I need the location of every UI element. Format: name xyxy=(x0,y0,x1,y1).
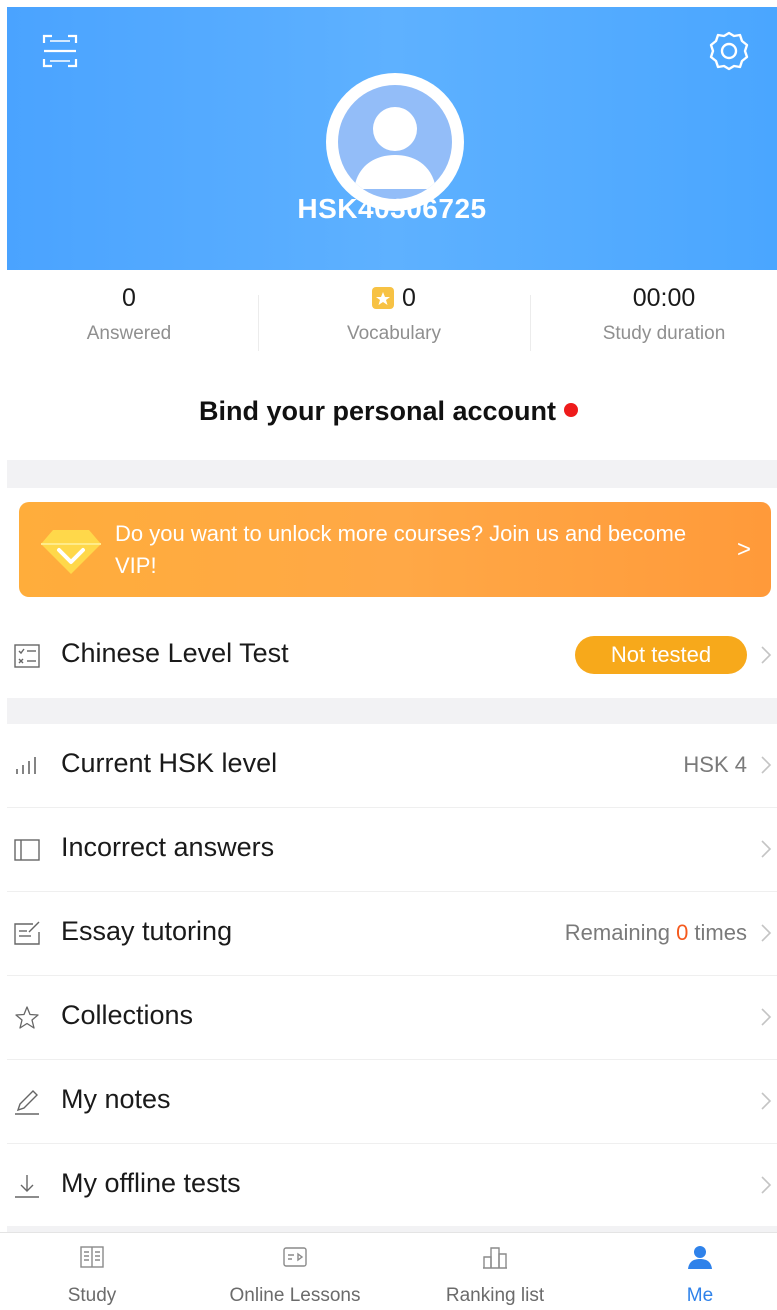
username: HSK40306725 xyxy=(297,193,487,224)
current-hsk-level-label: Current HSK level xyxy=(61,748,278,778)
chevron-right-icon xyxy=(761,840,772,858)
essay-tutoring-label: Essay tutoring xyxy=(61,916,233,946)
stats-row: 0 Answered 0 Vocabulary 00:00 Study dura… xyxy=(0,283,777,363)
current-hsk-level-row[interactable]: Current HSK level HSK 4 xyxy=(7,724,777,808)
my-offline-tests-label: My offline tests xyxy=(61,1168,241,1198)
bind-account-label: Bind your personal account xyxy=(198,396,557,426)
vip-banner-text: Do you want to unlock more courses? Join… xyxy=(115,521,687,578)
book-icon xyxy=(80,1246,104,1268)
tab-ranking-list-label: Ranking list xyxy=(445,1285,545,1306)
bottom-tab-bar: Study Online Lessons Ranking list Me xyxy=(0,1232,777,1310)
incorrect-answers-label: Incorrect answers xyxy=(61,832,275,862)
signal-bars-icon xyxy=(16,757,36,774)
tab-study-label: Study xyxy=(67,1285,117,1306)
chevron-right-icon xyxy=(761,646,772,664)
chinese-level-test-row[interactable]: Chinese Level Test Not tested xyxy=(7,614,777,698)
stat-study-duration[interactable]: 00:00 Study duration xyxy=(535,283,777,363)
my-notes-row[interactable]: My notes xyxy=(7,1060,777,1144)
stat-answered-label: Answered xyxy=(86,323,172,344)
current-hsk-level-value: HSK 4 xyxy=(683,752,747,777)
vip-banner[interactable]: Do you want to unlock more courses? Join… xyxy=(19,502,771,597)
stat-answered-value: 0 xyxy=(122,284,136,312)
section-gap xyxy=(7,698,777,724)
notebook-icon xyxy=(14,839,40,861)
chevron-right-icon xyxy=(761,1176,772,1194)
stat-study-duration-value: 00:00 xyxy=(632,284,696,312)
chevron-right-icon xyxy=(761,1092,772,1110)
chevron-right-icon xyxy=(761,1008,772,1026)
diamond-icon xyxy=(41,530,101,574)
stat-vocabulary[interactable]: 0 Vocabulary xyxy=(265,283,523,363)
chevron-right-icon: > xyxy=(736,536,751,563)
chevron-right-icon xyxy=(761,924,772,942)
bind-account-link[interactable]: Bind your personal account xyxy=(0,396,777,427)
collections-label: Collections xyxy=(61,1000,194,1030)
remaining-count: 0 xyxy=(676,920,689,945)
star-badge-icon xyxy=(372,287,395,309)
remaining-suffix: times xyxy=(688,920,747,945)
divider xyxy=(530,295,531,351)
person-icon xyxy=(688,1246,712,1269)
my-offline-tests-row[interactable]: My offline tests xyxy=(7,1144,777,1228)
tab-online-lessons-label: Online Lessons xyxy=(229,1285,361,1306)
divider xyxy=(258,295,259,351)
stat-study-duration-label: Study duration xyxy=(602,323,726,344)
collections-row[interactable]: Collections xyxy=(7,976,777,1060)
download-icon xyxy=(15,1175,39,1198)
stat-answered[interactable]: 0 Answered xyxy=(0,283,258,363)
chinese-level-test-label: Chinese Level Test xyxy=(61,638,289,668)
notification-dot xyxy=(564,402,579,417)
tab-study[interactable]: Study xyxy=(30,1233,154,1310)
my-notes-label: My notes xyxy=(61,1084,171,1114)
not-tested-badge: Not tested xyxy=(575,636,747,674)
avatar[interactable] xyxy=(326,73,464,211)
gear-icon[interactable] xyxy=(707,29,751,73)
tab-online-lessons[interactable]: Online Lessons xyxy=(200,1233,390,1310)
essay-remaining-value: Remaining 0 times xyxy=(565,920,747,946)
stat-vocabulary-label: Vocabulary xyxy=(346,323,441,344)
tab-me[interactable]: Me xyxy=(640,1233,760,1310)
tab-ranking-list[interactable]: Ranking list xyxy=(420,1233,570,1310)
scan-icon[interactable] xyxy=(40,31,80,71)
incorrect-answers-row[interactable]: Incorrect answers xyxy=(7,808,777,892)
checklist-icon xyxy=(14,644,40,668)
star-icon xyxy=(15,1006,39,1029)
avatar-placeholder xyxy=(338,85,452,199)
edit-document-icon xyxy=(14,921,40,945)
chevron-right-icon xyxy=(761,756,772,774)
section-gap xyxy=(7,460,777,488)
remaining-prefix: Remaining xyxy=(564,920,677,945)
ranking-icon xyxy=(483,1247,507,1269)
essay-tutoring-row[interactable]: Essay tutoring Remaining 0 times xyxy=(7,892,777,976)
pencil-icon xyxy=(15,1090,39,1115)
profile-header: HSK40306725 xyxy=(7,7,777,270)
person-silhouette-icon xyxy=(354,107,436,189)
video-icon xyxy=(283,1247,307,1267)
stat-vocabulary-value: 0 xyxy=(402,284,416,312)
tab-me-label: Me xyxy=(686,1285,714,1306)
